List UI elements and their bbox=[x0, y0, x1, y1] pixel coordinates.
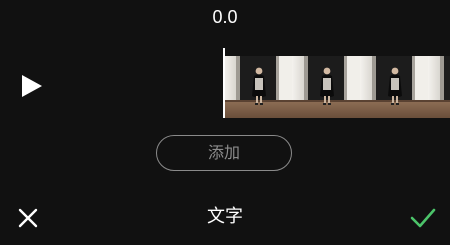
timeline-frame-thumbnail bbox=[428, 56, 450, 118]
check-icon bbox=[410, 208, 436, 228]
timeline-playhead[interactable] bbox=[223, 48, 225, 118]
panel-title: 文字 bbox=[207, 206, 243, 227]
current-time-readout: 0.0 bbox=[212, 7, 238, 27]
add-text-button[interactable]: 添加 bbox=[156, 135, 292, 171]
timeline-frame-thumbnail bbox=[224, 56, 292, 118]
timeline-frame-thumbnail bbox=[292, 56, 360, 118]
video-timeline-strip[interactable] bbox=[224, 56, 450, 118]
confirm-button[interactable] bbox=[410, 207, 436, 229]
play-icon bbox=[22, 75, 42, 97]
timeline-frame-thumbnail bbox=[360, 56, 428, 118]
play-button[interactable] bbox=[20, 74, 44, 98]
